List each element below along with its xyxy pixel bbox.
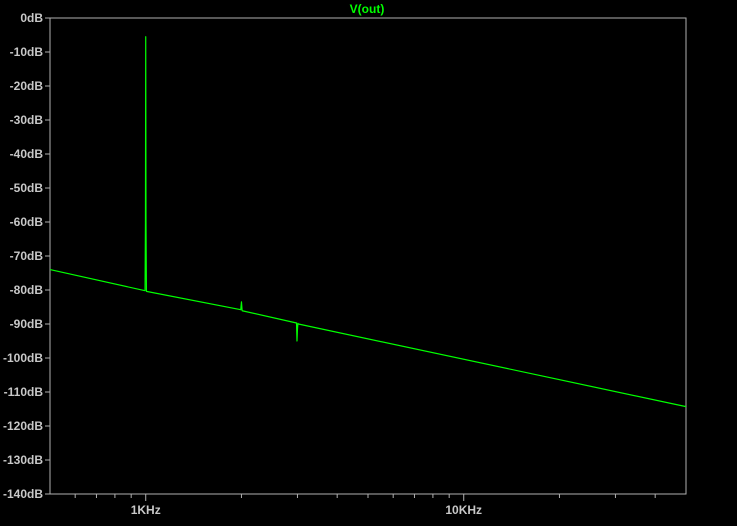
- y-tick-label: -40dB: [10, 147, 44, 161]
- series-line: [49, 36, 687, 408]
- x-tick-label: 1KHz: [131, 503, 161, 517]
- y-tick-label: -70dB: [10, 249, 44, 263]
- y-tick-label: 0dB: [20, 11, 43, 25]
- y-tick-label: -120dB: [3, 419, 43, 433]
- x-tick-label: 10KHz: [445, 503, 482, 517]
- plot-window: V(out) 0dB -10dB -20dB -30dB -40dB -50dB -60dB…: [0, 0, 737, 521]
- y-tick-label: -80dB: [10, 283, 44, 297]
- y-tick-label: -100dB: [3, 351, 43, 365]
- y-tick-label: -10dB: [10, 45, 44, 59]
- y-tick-label: -130dB: [3, 453, 43, 467]
- y-tick-label: -60dB: [10, 215, 44, 229]
- waveform-chart[interactable]: V(out) 0dB -10dB -20dB -30dB -40dB -50dB -60dB…: [0, 0, 737, 521]
- y-tick-label: -110dB: [4, 385, 44, 399]
- chart-title[interactable]: V(out): [350, 2, 385, 16]
- y-tick-label: -30dB: [10, 113, 44, 127]
- y-tick-label: -20dB: [10, 79, 44, 93]
- y-tick-label: -140dB: [3, 487, 43, 501]
- y-tick-label: -50dB: [10, 181, 44, 195]
- y-tick-label: -90dB: [10, 317, 44, 331]
